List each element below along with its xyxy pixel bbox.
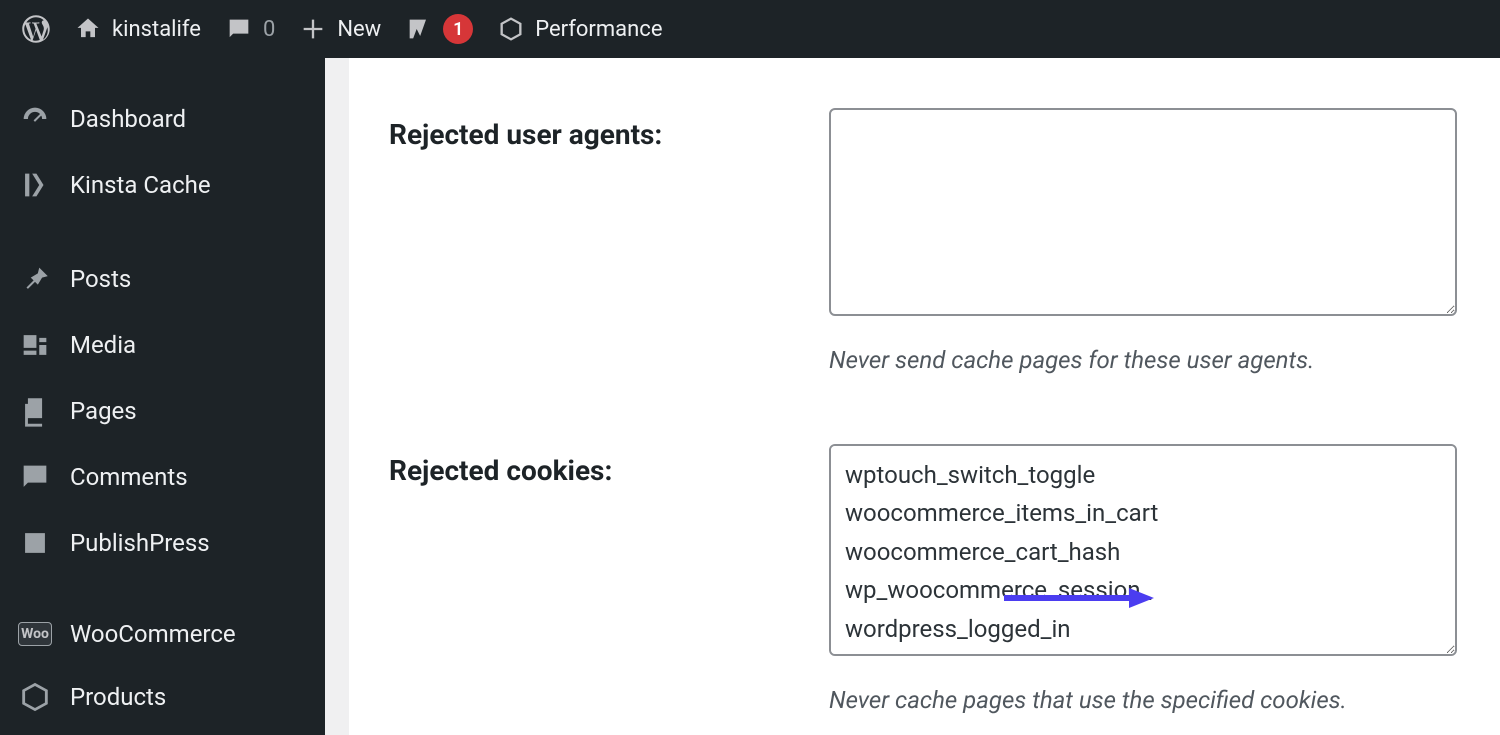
- comments-count: 0: [263, 17, 275, 42]
- calendar-icon: [18, 526, 52, 560]
- yoast-link[interactable]: 1: [393, 0, 485, 58]
- annotation-arrow-icon: [1004, 588, 1154, 608]
- sidebar-item-media[interactable]: Media: [0, 312, 325, 378]
- sidebar-item-label: Dashboard: [70, 105, 186, 133]
- sidebar-item-label: Posts: [70, 265, 131, 293]
- sidebar-item-label: Kinsta Cache: [70, 171, 211, 199]
- yoast-badge: 1: [443, 14, 473, 44]
- rejected-cookies-help: Never cache pages that use the specified…: [829, 686, 1457, 714]
- sidebar-item-label: Media: [70, 331, 136, 359]
- new-content-label: New: [337, 17, 381, 42]
- admin-sidebar: Dashboard Kinsta Cache Posts Media Pages…: [0, 58, 325, 735]
- dashboard-icon: [18, 102, 52, 136]
- sidebar-item-label: PublishPress: [70, 529, 210, 557]
- woo-icon: Woo: [18, 622, 52, 646]
- box-icon: [497, 15, 525, 43]
- wordpress-icon: [22, 15, 50, 43]
- rejected-user-agents-row: Rejected user agents: Never send cache p…: [389, 108, 1460, 374]
- kinsta-icon: [18, 168, 52, 202]
- sidebar-item-comments[interactable]: Comments: [0, 444, 325, 510]
- pages-icon: [18, 394, 52, 428]
- sidebar-item-publishpress[interactable]: PublishPress: [0, 510, 325, 576]
- sidebar-item-kinsta-cache[interactable]: Kinsta Cache: [0, 152, 325, 218]
- pin-icon: [18, 262, 52, 296]
- media-icon: [18, 328, 52, 362]
- sidebar-item-woocommerce[interactable]: Woo WooCommerce: [0, 604, 325, 664]
- site-name-label: kinstalife: [112, 17, 201, 42]
- performance-label: Performance: [535, 17, 662, 42]
- rejected-cookies-textarea[interactable]: [829, 444, 1457, 656]
- rejected-cookies-label: Rejected cookies:: [389, 444, 829, 487]
- sidebar-item-label: WooCommerce: [70, 620, 236, 648]
- plus-icon: [299, 15, 327, 43]
- performance-link[interactable]: Performance: [485, 0, 674, 58]
- sidebar-item-products[interactable]: Products: [0, 664, 325, 730]
- sidebar-item-pages[interactable]: Pages: [0, 378, 325, 444]
- sidebar-item-label: Comments: [70, 463, 188, 491]
- rejected-user-agents-label: Rejected user agents:: [389, 108, 829, 151]
- products-icon: [18, 680, 52, 714]
- sidebar-item-label: Pages: [70, 397, 137, 425]
- comments-link[interactable]: 0: [213, 0, 287, 58]
- new-content-link[interactable]: New: [287, 0, 393, 58]
- sidebar-item-posts[interactable]: Posts: [0, 246, 325, 312]
- wp-logo[interactable]: [10, 0, 62, 58]
- main-content: Rejected user agents: Never send cache p…: [325, 58, 1500, 735]
- site-name-link[interactable]: kinstalife: [62, 0, 213, 58]
- sidebar-item-label: Products: [70, 683, 166, 711]
- comment-icon: [225, 15, 253, 43]
- rejected-cookies-row: Rejected cookies: Never cache pages that…: [389, 444, 1460, 714]
- home-icon: [74, 15, 102, 43]
- yoast-icon: [405, 15, 433, 43]
- rejected-user-agents-help: Never send cache pages for these user ag…: [829, 346, 1457, 374]
- sidebar-item-dashboard[interactable]: Dashboard: [0, 86, 325, 152]
- comment-icon: [18, 460, 52, 494]
- rejected-user-agents-textarea[interactable]: [829, 108, 1457, 316]
- admin-bar: kinstalife 0 New 1 Performance: [0, 0, 1500, 58]
